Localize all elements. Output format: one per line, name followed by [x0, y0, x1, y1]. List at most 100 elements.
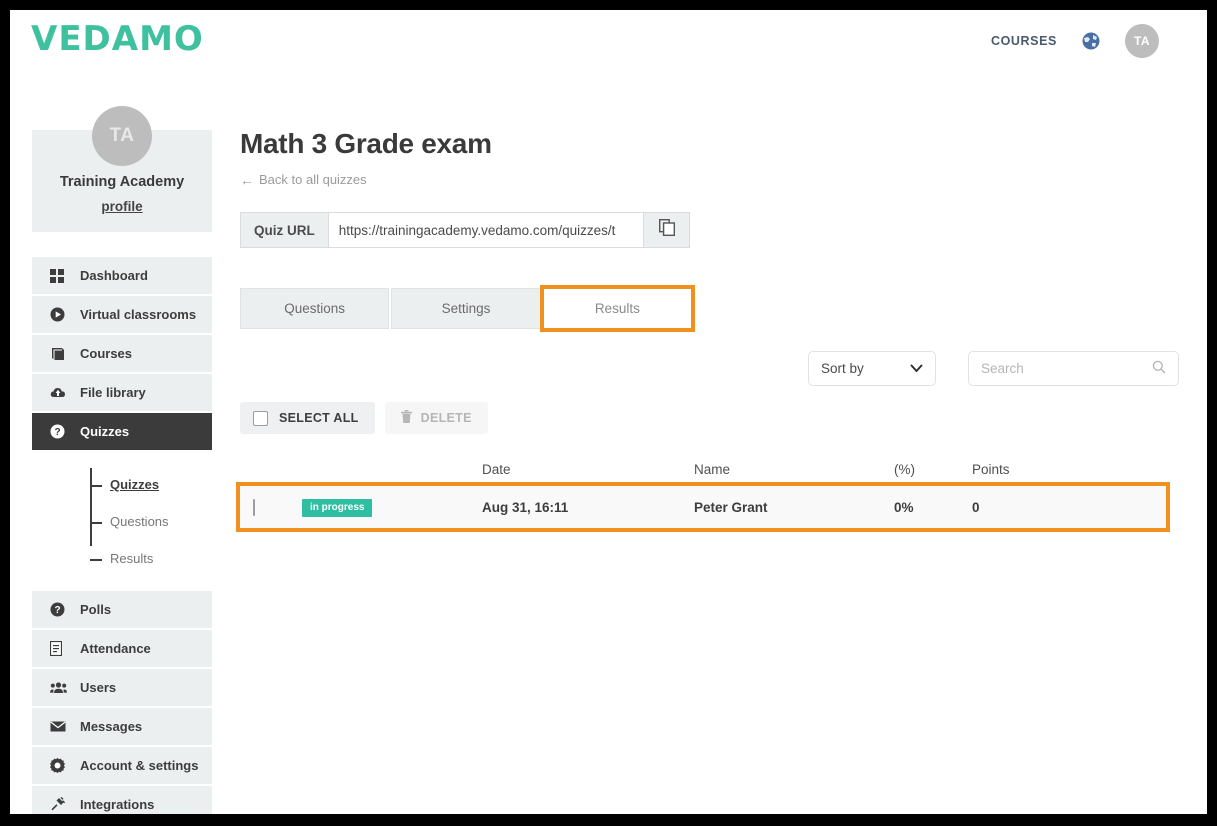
sidebar-item-label: Dashboard: [80, 268, 148, 283]
copy-url-button[interactable]: [644, 212, 690, 248]
back-to-all-quizzes-link[interactable]: ← Back to all quizzes: [240, 172, 1180, 187]
delete-label: DELETE: [420, 411, 472, 425]
sidebar-item-account-settings[interactable]: Account & settings: [32, 747, 212, 786]
cloud-upload-icon: [50, 386, 70, 399]
play-circle-icon: [50, 307, 70, 322]
tab-results[interactable]: Results: [539, 285, 695, 332]
column-header-name: Name: [694, 461, 731, 477]
sort-by-select[interactable]: Sort by: [808, 351, 936, 386]
trash-icon: [400, 410, 412, 426]
status-badge: in progress: [302, 498, 373, 517]
tab-questions[interactable]: Questions: [240, 288, 390, 329]
sidebar-subitem-results[interactable]: Results: [32, 540, 212, 577]
sidebar-subitem-quizzes[interactable]: Quizzes: [32, 466, 212, 503]
search-box[interactable]: Search: [968, 351, 1179, 386]
copy-icon: [658, 218, 675, 241]
search-icon: [1152, 360, 1166, 377]
column-header-percent: (%): [894, 461, 915, 477]
sidebar-item-label: Account & settings: [80, 758, 199, 773]
row-checkbox[interactable]: [253, 498, 255, 516]
sidebar-item-dashboard[interactable]: Dashboard: [32, 257, 212, 296]
profile-avatar: TA: [92, 106, 152, 166]
delete-button[interactable]: DELETE: [384, 402, 488, 434]
plug-icon: [50, 797, 70, 812]
book-icon: [50, 347, 70, 361]
sidebar-subitem-questions[interactable]: Questions: [32, 503, 212, 540]
row-points: 0: [972, 499, 980, 515]
sidebar-item-label: Attendance: [80, 641, 151, 656]
svg-text:?: ?: [54, 605, 60, 616]
profile-name: Training Academy: [59, 174, 185, 190]
quiz-tabs: Questions Settings Results: [240, 285, 695, 332]
header-right-group: COURSES TA: [991, 24, 1159, 58]
column-header-date: Date: [482, 461, 511, 477]
sort-by-label: Sort by: [821, 361, 864, 376]
sidebar-item-label: Virtual classrooms: [80, 307, 197, 322]
app-page: VEDAMO COURSES TA TA Training Academy pr…: [10, 10, 1207, 814]
sidebar-item-file-library[interactable]: File library: [32, 374, 212, 413]
sidebar-subitem-label: Results: [110, 551, 154, 566]
profile-card: TA Training Academy profile: [32, 106, 212, 232]
top-header: VEDAMO COURSES TA: [10, 10, 1207, 80]
quiz-url-input[interactable]: https://trainingacademy.vedamo.com/quizz…: [327, 212, 644, 248]
row-percent: 0%: [894, 499, 914, 515]
sidebar-item-label: Courses: [80, 346, 133, 361]
quiz-url-group: Quiz URL https://trainingacademy.vedamo.…: [240, 212, 690, 248]
row-name: Peter Grant: [694, 499, 768, 515]
sidebar-subitem-label: Questions: [110, 514, 169, 529]
header-courses-link[interactable]: COURSES: [991, 34, 1057, 48]
sidebar-item-label: Users: [80, 680, 117, 695]
sidebar-item-label: Integrations: [80, 797, 155, 812]
column-header-points: Points: [972, 461, 1010, 477]
row-checkbox-cell: [240, 498, 302, 516]
page-title: Math 3 Grade exam: [240, 128, 492, 159]
sidebar: TA Training Academy profile Dashboard Vi…: [32, 106, 212, 814]
row-date: Aug 31, 16:11: [482, 499, 569, 515]
main-content: Math 3 Grade exam ← Back to all quizzes …: [236, 128, 1180, 532]
select-all-checkbox[interactable]: [253, 410, 268, 426]
sidebar-item-label: File library: [80, 385, 146, 400]
sidebar-item-courses[interactable]: Courses: [32, 335, 212, 374]
results-table: Date Name (%) Points in progress Aug 31,…: [236, 452, 1170, 532]
table-header-row: Date Name (%) Points: [240, 452, 1166, 486]
sidebar-subnav-quizzes: Quizzes Questions Results: [32, 452, 212, 591]
table-row[interactable]: in progress Aug 31, 16:11 Peter Grant 0%…: [236, 482, 1170, 532]
tab-label: Results: [594, 301, 640, 316]
sidebar-item-users[interactable]: Users: [32, 669, 212, 708]
globe-icon[interactable]: [1081, 31, 1101, 51]
tab-label: Settings: [441, 301, 491, 316]
sidebar-item-label: Quizzes: [80, 424, 130, 439]
sidebar-item-label: Polls: [80, 602, 112, 617]
arrow-left-icon: ←: [240, 171, 254, 188]
sidebar-item-label: Messages: [80, 719, 143, 734]
tab-settings[interactable]: Settings: [391, 288, 541, 329]
grid-icon: [50, 268, 70, 283]
results-actions: SELECT ALL DELETE: [240, 402, 1180, 434]
sidebar-item-virtual-classrooms[interactable]: Virtual classrooms: [32, 296, 212, 335]
row-status-cell: in progress: [302, 498, 482, 517]
question-circle-icon: ?: [50, 424, 70, 439]
select-all-button[interactable]: SELECT ALL: [240, 402, 375, 434]
sidebar-subitem-label: Quizzes: [110, 477, 160, 492]
gear-icon: [50, 758, 70, 773]
back-link-label: Back to all quizzes: [259, 172, 367, 187]
select-all-label: SELECT ALL: [279, 411, 359, 425]
sidebar-item-attendance[interactable]: Attendance: [32, 630, 212, 669]
document-icon: [50, 641, 70, 656]
profile-link[interactable]: profile: [101, 199, 142, 214]
quiz-url-label: Quiz URL: [240, 212, 328, 248]
sidebar-item-messages[interactable]: Messages: [32, 708, 212, 747]
tab-label: Questions: [284, 301, 346, 316]
sidebar-item-integrations[interactable]: Integrations: [32, 786, 212, 814]
avatar[interactable]: TA: [1125, 24, 1159, 58]
sidebar-item-quizzes[interactable]: ? Quizzes: [32, 413, 212, 452]
envelope-icon: [50, 721, 70, 732]
sidebar-nav: Dashboard Virtual classrooms Courses Fil…: [32, 256, 212, 814]
sidebar-item-polls[interactable]: ? Polls: [32, 591, 212, 630]
search-input[interactable]: Search: [981, 361, 1024, 376]
svg-text:?: ?: [54, 427, 60, 438]
question-circle-icon: ?: [50, 602, 70, 617]
users-icon: [50, 681, 70, 694]
vedamo-logo[interactable]: VEDAMO: [31, 18, 204, 60]
chevron-down-icon: [910, 361, 923, 376]
